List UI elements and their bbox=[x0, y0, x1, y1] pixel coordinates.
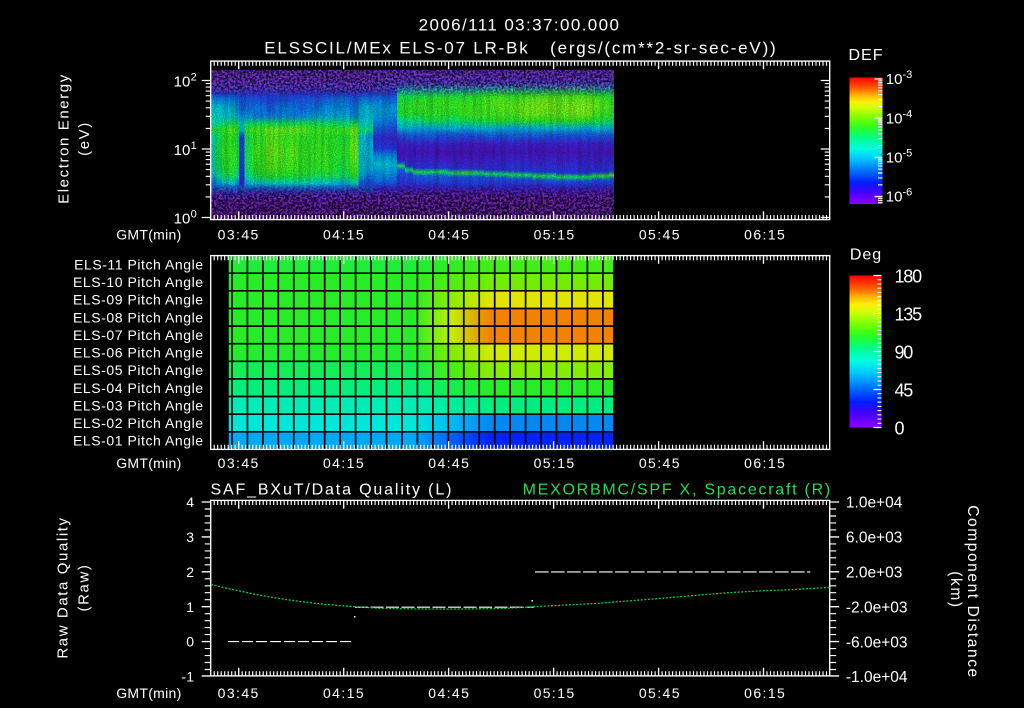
svg-text:ELS-10 Pitch Angle: ELS-10 Pitch Angle bbox=[73, 274, 204, 290]
svg-text:-4: -4 bbox=[903, 108, 913, 120]
svg-text:03:45: 03:45 bbox=[218, 226, 260, 242]
svg-text:GMT(min): GMT(min) bbox=[116, 685, 181, 701]
svg-text:ELS-02 Pitch Angle: ELS-02 Pitch Angle bbox=[73, 415, 204, 431]
svg-text:(eV): (eV) bbox=[76, 121, 93, 156]
svg-text:10: 10 bbox=[886, 110, 903, 127]
svg-text:04:15: 04:15 bbox=[323, 685, 365, 701]
svg-text:0: 0 bbox=[186, 634, 194, 650]
svg-text:10: 10 bbox=[174, 73, 191, 90]
svg-text:2006/111 03:37:00.000: 2006/111 03:37:00.000 bbox=[419, 16, 621, 35]
svg-text:-1.0e+04: -1.0e+04 bbox=[846, 669, 908, 686]
svg-text:ELS-04 Pitch Angle: ELS-04 Pitch Angle bbox=[73, 380, 204, 396]
svg-text:2: 2 bbox=[186, 564, 194, 580]
svg-text:ELSSCIL/MEx ELS-07 LR-Bk (erg: ELSSCIL/MEx ELS-07 LR-Bk (ergs/(cm**2-sr… bbox=[264, 39, 777, 58]
svg-text:-1: -1 bbox=[182, 669, 195, 685]
svg-text:0: 0 bbox=[191, 208, 197, 220]
svg-text:06:15: 06:15 bbox=[744, 455, 786, 471]
svg-text:GMT(min): GMT(min) bbox=[116, 455, 181, 471]
svg-text:05:45: 05:45 bbox=[639, 455, 681, 471]
svg-text:10: 10 bbox=[886, 189, 903, 206]
svg-text:135: 135 bbox=[895, 304, 923, 324]
svg-text:2: 2 bbox=[191, 71, 197, 83]
svg-text:(Raw): (Raw) bbox=[76, 564, 93, 612]
svg-text:1: 1 bbox=[191, 140, 197, 152]
svg-text:03:45: 03:45 bbox=[218, 685, 260, 701]
svg-text:06:15: 06:15 bbox=[744, 226, 786, 242]
svg-text:ELS-03 Pitch Angle: ELS-03 Pitch Angle bbox=[73, 398, 204, 414]
svg-text:05:15: 05:15 bbox=[534, 226, 576, 242]
svg-text:06:15: 06:15 bbox=[744, 685, 786, 701]
svg-text:04:45: 04:45 bbox=[428, 685, 470, 701]
svg-text:04:45: 04:45 bbox=[428, 455, 470, 471]
svg-text:10: 10 bbox=[174, 210, 191, 227]
svg-text:04:15: 04:15 bbox=[323, 455, 365, 471]
svg-text:05:45: 05:45 bbox=[639, 226, 681, 242]
svg-text:ELS-06 Pitch Angle: ELS-06 Pitch Angle bbox=[73, 345, 204, 361]
svg-text:-6.0e+03: -6.0e+03 bbox=[846, 634, 908, 651]
svg-text:10: 10 bbox=[174, 142, 191, 159]
svg-text:04:15: 04:15 bbox=[323, 226, 365, 242]
svg-text:10: 10 bbox=[886, 71, 903, 88]
svg-text:05:15: 05:15 bbox=[534, 455, 576, 471]
svg-text:3: 3 bbox=[186, 529, 194, 545]
svg-text:10: 10 bbox=[886, 150, 903, 167]
svg-text:ELS-11 Pitch Angle: ELS-11 Pitch Angle bbox=[74, 257, 204, 273]
svg-text:1: 1 bbox=[186, 599, 194, 615]
svg-text:GMT(min): GMT(min) bbox=[116, 226, 181, 242]
svg-text:90: 90 bbox=[895, 342, 914, 362]
svg-text:1.0e+04: 1.0e+04 bbox=[846, 495, 903, 512]
svg-text:Electron Energy: Electron Energy bbox=[56, 73, 73, 204]
svg-text:0: 0 bbox=[895, 418, 905, 438]
svg-text:03:45: 03:45 bbox=[218, 455, 260, 471]
svg-text:DEF: DEF bbox=[849, 47, 884, 64]
svg-text:ELS-09 Pitch Angle: ELS-09 Pitch Angle bbox=[73, 292, 204, 308]
svg-text:04:45: 04:45 bbox=[428, 226, 470, 242]
svg-text:05:45: 05:45 bbox=[639, 685, 681, 701]
svg-text:ELS-01 Pitch Angle: ELS-01 Pitch Angle bbox=[73, 433, 204, 449]
svg-text:-6: -6 bbox=[903, 187, 913, 199]
svg-text:4: 4 bbox=[186, 494, 194, 510]
svg-text:6.0e+03: 6.0e+03 bbox=[846, 530, 902, 547]
svg-text:ELS-05 Pitch Angle: ELS-05 Pitch Angle bbox=[73, 362, 204, 378]
svg-text:ELS-07 Pitch Angle: ELS-07 Pitch Angle bbox=[73, 327, 204, 343]
svg-text:-5: -5 bbox=[903, 148, 913, 160]
svg-text:2.0e+03: 2.0e+03 bbox=[846, 565, 902, 582]
svg-text:05:15: 05:15 bbox=[534, 685, 576, 701]
svg-text:SAF_BXuT/Data Quality (L): SAF_BXuT/Data Quality (L) bbox=[211, 482, 454, 499]
svg-text:(km): (km) bbox=[947, 571, 964, 608]
svg-text:-3: -3 bbox=[903, 69, 913, 81]
svg-text:180: 180 bbox=[895, 266, 923, 286]
svg-text:Component Distance: Component Distance bbox=[964, 505, 981, 679]
svg-text:45: 45 bbox=[895, 380, 914, 400]
svg-text:-2.0e+03: -2.0e+03 bbox=[846, 599, 908, 616]
svg-text:Deg: Deg bbox=[850, 247, 882, 264]
svg-text:Raw Data Quality: Raw Data Quality bbox=[55, 516, 72, 658]
svg-text:MEXORBMC/SPF X, Spacecraft (R): MEXORBMC/SPF X, Spacecraft (R) bbox=[523, 482, 832, 499]
svg-text:ELS-08 Pitch Angle: ELS-08 Pitch Angle bbox=[73, 309, 204, 325]
